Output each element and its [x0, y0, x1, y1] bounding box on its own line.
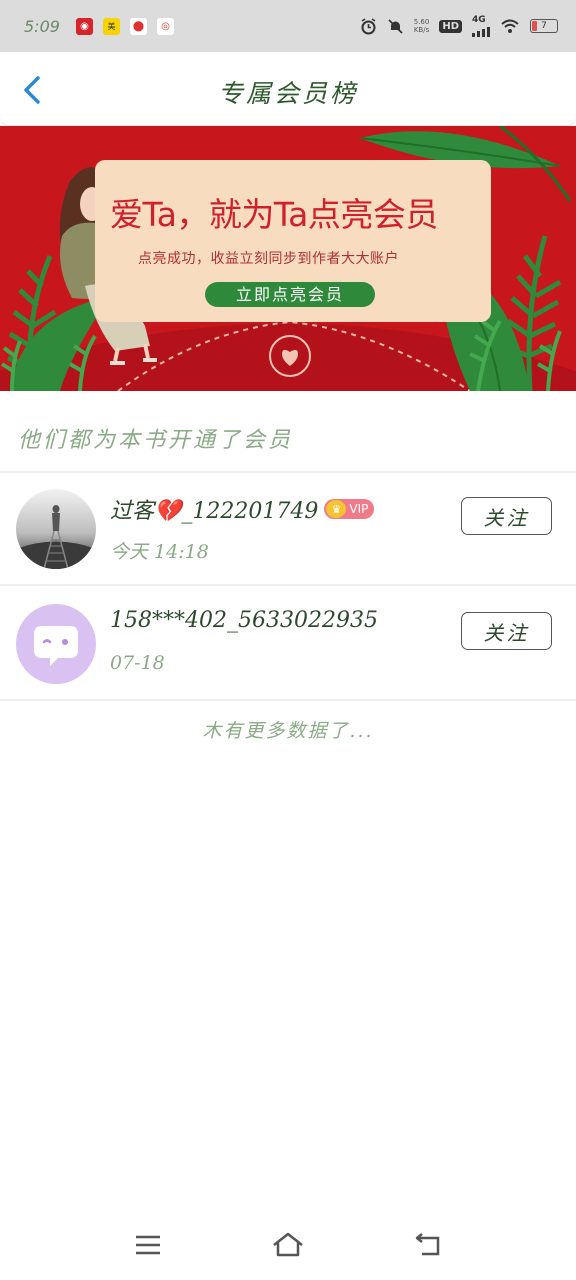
home-icon — [273, 1232, 303, 1257]
chat-bubble-avatar — [16, 604, 96, 684]
netease-music-icon: ◉ — [75, 17, 93, 35]
avatar[interactable] — [16, 604, 96, 684]
alarm-icon — [361, 17, 376, 34]
page-title: 专属会员榜 — [217, 79, 358, 108]
system-nav-bar — [0, 1210, 576, 1280]
menu-icon — [136, 1235, 160, 1255]
railway-photo-avatar — [16, 489, 96, 569]
back-icon — [415, 1233, 440, 1256]
signal-icon — [472, 25, 490, 37]
avatar[interactable] — [16, 489, 96, 569]
net-speed: 5.60 KB/s — [413, 18, 430, 34]
section-title: 他们都为本书开通了会员 — [18, 428, 294, 453]
cell-signal: 4G — [472, 15, 490, 37]
follow-button[interactable]: 关注 — [461, 497, 552, 535]
vip-badge: ♛ VIP — [324, 499, 375, 519]
weibo-icon: ◎ — [156, 17, 174, 35]
banner-subline: 点亮成功，收益立刻同步到作者大大账户 — [138, 251, 399, 267]
member-date: 今天 14:18 — [110, 541, 209, 563]
meituan-icon: 美 — [102, 17, 120, 35]
app-header: 专属会员榜 — [0, 52, 576, 126]
status-indicators: 5.60 KB/s HD 4G 7 — [360, 15, 558, 37]
crown-icon: ♛ — [326, 500, 347, 518]
menu-button[interactable] — [128, 1225, 168, 1265]
wifi-icon — [501, 19, 519, 33]
home-button[interactable] — [268, 1225, 308, 1265]
promo-banner[interactable]: 爱Ta，就为Ta点亮会员 点亮成功，收益立刻同步到作者大大账户 立即点亮会员 — [0, 126, 576, 391]
member-date: 07-18 — [110, 652, 165, 674]
member-row[interactable]: 158***402_5633022935 07-18 关注 — [0, 588, 576, 701]
banner-headline: 爱Ta，就为Ta点亮会员 — [110, 195, 438, 234]
status-time: 5:09 — [24, 16, 60, 36]
mute-bell-icon — [388, 18, 403, 34]
status-bar: 5:09 ◉ 美 ⬤ ◎ 5.60 KB/s HD 4G 7 — [0, 0, 576, 52]
light-up-member-button[interactable]: 立即点亮会员 — [205, 282, 375, 307]
member-name: 158***402_5633022935 — [110, 608, 378, 633]
map-pin-icon: ⬤ — [129, 17, 147, 35]
member-name: 过客💔_122201749 ♛ VIP — [110, 493, 375, 525]
back-nav-button[interactable] — [408, 1225, 448, 1265]
follow-button[interactable]: 关注 — [461, 612, 552, 650]
notification-icons: ◉ 美 ⬤ ◎ — [75, 17, 174, 35]
hd-badge: HD — [439, 19, 462, 33]
member-row[interactable]: 过客💔_122201749 ♛ VIP 今天 14:18 关注 — [0, 473, 576, 586]
battery-icon: 7 — [530, 19, 558, 33]
no-more-data-text: 木有更多数据了... — [202, 720, 374, 742]
